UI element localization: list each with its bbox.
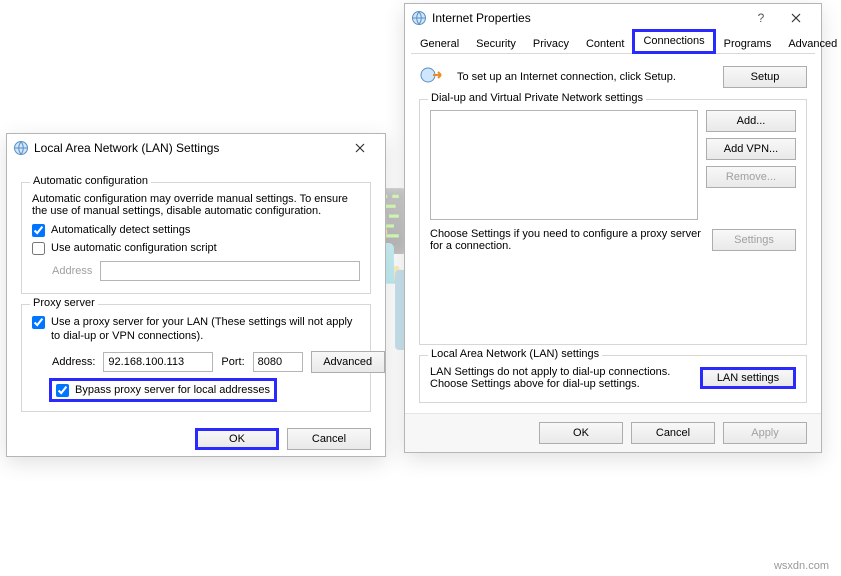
auto-detect-label: Automatically detect settings bbox=[51, 223, 190, 237]
bypass-input[interactable] bbox=[56, 384, 69, 397]
script-address-input bbox=[100, 261, 360, 281]
dialup-legend: Dial-up and Virtual Private Network sett… bbox=[428, 92, 646, 104]
setup-button[interactable]: Setup bbox=[723, 66, 807, 88]
use-script-label: Use automatic configuration script bbox=[51, 241, 217, 255]
auto-config-note: Automatic configuration may override man… bbox=[32, 193, 360, 217]
tab-content[interactable]: Content bbox=[577, 34, 634, 54]
use-script-checkbox[interactable]: Use automatic configuration script bbox=[32, 241, 360, 255]
close-button[interactable] bbox=[339, 136, 381, 160]
proxy-address-input[interactable] bbox=[103, 352, 213, 372]
tab-advanced[interactable]: Advanced bbox=[779, 34, 841, 54]
titlebar: Internet Properties ? bbox=[405, 4, 821, 32]
use-proxy-input[interactable] bbox=[32, 316, 45, 329]
help-button[interactable]: ? bbox=[747, 6, 775, 30]
tabs: General Security Privacy Content Connect… bbox=[411, 32, 815, 54]
lan-settings-window: Local Area Network (LAN) Settings Automa… bbox=[6, 133, 386, 457]
lan-group: Local Area Network (LAN) settings LAN Se… bbox=[419, 355, 807, 403]
proxy-group: Proxy server Use a proxy server for your… bbox=[21, 304, 371, 412]
add-vpn-button[interactable]: Add VPN... bbox=[706, 138, 796, 160]
close-button[interactable] bbox=[775, 6, 817, 30]
add-button[interactable]: Add... bbox=[706, 110, 796, 132]
bypass-label: Bypass proxy server for local addresses bbox=[75, 383, 270, 397]
tab-privacy[interactable]: Privacy bbox=[524, 34, 578, 54]
advanced-button[interactable]: Advanced bbox=[311, 351, 385, 373]
ok-button[interactable]: OK bbox=[195, 428, 279, 450]
script-address-label: Address bbox=[52, 265, 92, 277]
cancel-button[interactable]: Cancel bbox=[287, 428, 371, 450]
use-proxy-label: Use a proxy server for your LAN (These s… bbox=[51, 315, 360, 343]
auto-detect-checkbox[interactable]: Automatically detect settings bbox=[32, 223, 360, 237]
remove-button: Remove... bbox=[706, 166, 796, 188]
proxy-port-input[interactable] bbox=[253, 352, 303, 372]
tab-programs[interactable]: Programs bbox=[715, 34, 781, 54]
auto-config-group: Automatic configuration Automatic config… bbox=[21, 182, 371, 294]
settings-button: Settings bbox=[712, 229, 796, 251]
lan-note: LAN Settings do not apply to dial-up con… bbox=[430, 366, 692, 390]
lan-settings-button[interactable]: LAN settings bbox=[700, 367, 796, 389]
setup-arrow-icon bbox=[419, 64, 447, 89]
proxy-port-label: Port: bbox=[221, 356, 244, 368]
apply-button: Apply bbox=[723, 422, 807, 444]
tab-general[interactable]: General bbox=[411, 34, 468, 54]
auto-config-legend: Automatic configuration bbox=[30, 175, 151, 187]
auto-detect-input[interactable] bbox=[32, 224, 45, 237]
internet-properties-window: Internet Properties ? General Security P… bbox=[404, 3, 822, 453]
proxy-address-label: Address: bbox=[52, 356, 95, 368]
use-script-input[interactable] bbox=[32, 242, 45, 255]
tab-security[interactable]: Security bbox=[467, 34, 525, 54]
titlebar: Local Area Network (LAN) Settings bbox=[7, 134, 385, 162]
use-proxy-checkbox[interactable]: Use a proxy server for your LAN (These s… bbox=[32, 315, 360, 343]
connections-listbox[interactable] bbox=[430, 110, 698, 220]
cancel-button[interactable]: Cancel bbox=[631, 422, 715, 444]
credit-text: wsxdn.com bbox=[774, 560, 829, 572]
dialup-group: Dial-up and Virtual Private Network sett… bbox=[419, 99, 807, 345]
globe-icon bbox=[411, 10, 427, 26]
bypass-checkbox[interactable]: Bypass proxy server for local addresses bbox=[52, 381, 274, 399]
setup-text: To set up an Internet connection, click … bbox=[457, 71, 713, 83]
tab-connections[interactable]: Connections bbox=[632, 29, 715, 54]
ok-button[interactable]: OK bbox=[539, 422, 623, 444]
window-title: Internet Properties bbox=[432, 11, 531, 25]
globe-icon bbox=[13, 140, 29, 156]
lan-legend: Local Area Network (LAN) settings bbox=[428, 348, 602, 360]
window-title: Local Area Network (LAN) Settings bbox=[34, 141, 219, 155]
proxy-legend: Proxy server bbox=[30, 297, 98, 309]
dialup-note: Choose Settings if you need to configure… bbox=[430, 228, 704, 252]
